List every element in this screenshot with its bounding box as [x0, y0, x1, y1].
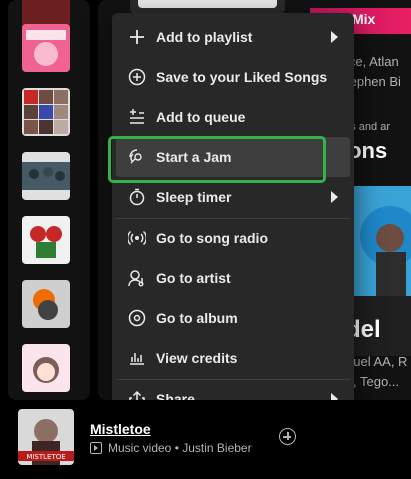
radio-icon: [128, 229, 146, 247]
menu-item-start-jam[interactable]: Start a Jam: [116, 137, 350, 177]
album-icon: [128, 309, 146, 327]
menu-item-label: Sleep timer: [156, 189, 232, 205]
menu-item-add-to-queue[interactable]: Add to queue: [116, 97, 350, 137]
menu-item-label: View credits: [156, 350, 238, 366]
library-item-cover[interactable]: [22, 216, 70, 264]
library-sidebar: [8, 0, 90, 400]
menu-item-sleep-timer[interactable]: Sleep timer: [116, 177, 350, 217]
menu-item-label: Go to artist: [156, 270, 231, 286]
mix-card-label: Mix: [352, 11, 376, 27]
now-playing-cover[interactable]: MISTLETOE: [18, 409, 74, 465]
menu-item-go-to-artist[interactable]: Go to artist: [116, 258, 350, 298]
svg-text:MISTLETOE: MISTLETOE: [26, 453, 65, 461]
circle-plus-icon: [128, 68, 146, 86]
library-item-cover[interactable]: [22, 280, 70, 328]
artist-avatar: [350, 186, 411, 296]
library-item-cover[interactable]: [22, 344, 70, 392]
menu-item-label: Save to your Liked Songs: [156, 69, 328, 85]
add-to-liked-button[interactable]: [279, 428, 296, 445]
now-playing-title[interactable]: Mistletoe: [90, 421, 151, 437]
menu-item-label: Go to song radio: [156, 230, 268, 246]
library-item-cover[interactable]: [22, 152, 70, 200]
artist-icon: [128, 269, 146, 287]
card-subtitle: tephen Bi: [346, 74, 401, 89]
queue-add-icon: [128, 108, 146, 126]
credits-icon: [128, 349, 146, 367]
menu-item-add-to-playlist[interactable]: Add to playlist: [116, 17, 350, 57]
plus-icon: [128, 28, 146, 46]
jam-icon: [128, 148, 146, 166]
now-playing-subtitle-text: Music video • Justin Bieber: [108, 441, 252, 455]
submenu-arrow-icon: [331, 31, 338, 43]
menu-item-go-to-album[interactable]: Go to album: [116, 298, 350, 338]
track-context-menu: Add to playlist Save to your Liked Songs…: [112, 13, 354, 422]
now-playing-subtitle: Music video • Justin Bieber: [90, 441, 252, 455]
menu-item-label: Add to queue: [156, 109, 246, 125]
menu-item-label: Start a Jam: [156, 149, 232, 165]
music-video-icon: [90, 442, 102, 454]
library-item-cover[interactable]: [22, 88, 70, 136]
menu-item-save-liked[interactable]: Save to your Liked Songs: [116, 57, 350, 97]
library-item-cover[interactable]: [22, 24, 70, 72]
card-cover[interactable]: [130, 0, 285, 14]
menu-item-label: Add to playlist: [156, 29, 253, 45]
menu-item-view-credits[interactable]: View credits: [116, 338, 350, 378]
artist-card-subtitle: nuel AA, R: [346, 354, 408, 369]
timer-icon: [128, 188, 146, 206]
menu-item-label: Go to album: [156, 310, 238, 326]
menu-item-song-radio[interactable]: Go to song radio: [116, 218, 350, 258]
submenu-arrow-icon: [331, 191, 338, 203]
